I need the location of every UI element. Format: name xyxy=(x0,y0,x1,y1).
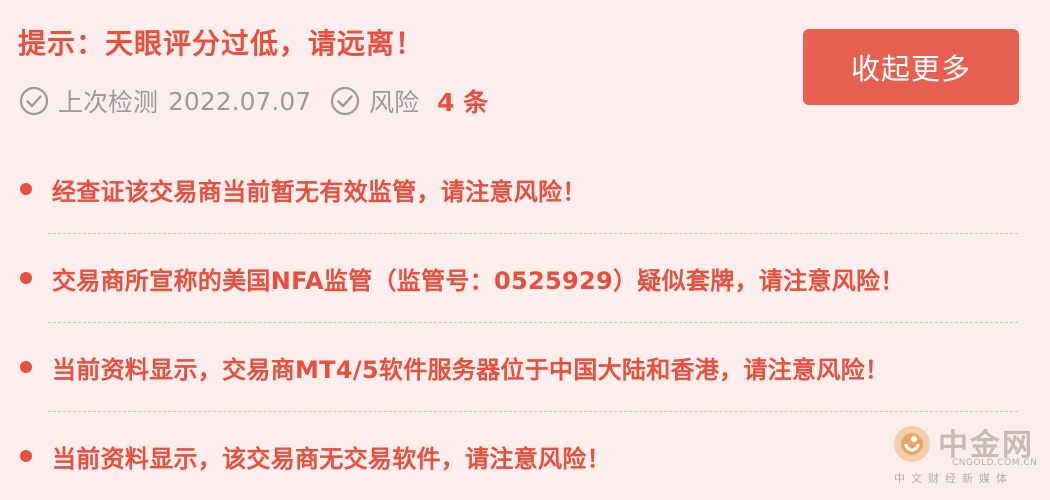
check-circle-icon xyxy=(18,85,50,117)
risk-item-text: 当前资料显示，该交易商无交易软件，请注意风险！ xyxy=(52,444,611,473)
risk-item: 当前资料显示，交易商MT4/5软件服务器位于中国大陆和香港，请注意风险！ xyxy=(18,323,1018,411)
bullet-dot-icon xyxy=(20,450,32,462)
watermark-domain: CNGOLD.COM.CN xyxy=(952,458,1038,468)
last-check-label: 上次检测 xyxy=(58,88,159,117)
risk-list: 经查证该交易商当前暂无有效监管，请注意风险！ 交易商所宣称的美国NFA监管（监管… xyxy=(18,145,1018,500)
cngold-watermark: 中金网 CNGOLD.COM.CN 中文财经新媒体 xyxy=(890,418,1040,488)
collapse-more-button[interactable]: 收起更多 xyxy=(803,29,1019,105)
risk-item: 交易商所宣称的美国NFA监管（监管号：0525929）疑似套牌，请注意风险！ xyxy=(18,234,1018,322)
bullet-dot-icon xyxy=(20,361,32,373)
watermark-slogan: 中文财经新媒体 xyxy=(894,472,1013,485)
risk-item-text: 当前资料显示，交易商MT4/5软件服务器位于中国大陆和香港，请注意风险！ xyxy=(52,355,890,384)
last-check-date: 2022.07.07 xyxy=(168,86,312,116)
risk-item-text: 经查证该交易商当前暂无有效监管，请注意风险！ xyxy=(52,177,587,206)
risk-item: 经查证该交易商当前暂无有效监管，请注意风险！ xyxy=(18,145,1018,233)
risk-label: 风险 xyxy=(369,88,420,117)
bullet-dot-icon xyxy=(20,272,32,284)
check-summary: 上次检测 2022.07.07 风险 4 条 xyxy=(18,82,488,120)
risk-item-text: 交易商所宣称的美国NFA监管（监管号：0525929）疑似套牌，请注意风险！ xyxy=(52,266,905,295)
risk-count-badge: 4 条 xyxy=(437,88,489,117)
warning-title: 提示：天眼评分过低，请远离！ xyxy=(18,27,425,60)
check-circle-icon xyxy=(329,85,361,117)
risk-item: 当前资料显示，该交易商无交易软件，请注意风险！ xyxy=(18,412,1018,500)
cngold-logo-icon xyxy=(892,424,932,464)
bullet-dot-icon xyxy=(20,183,32,195)
